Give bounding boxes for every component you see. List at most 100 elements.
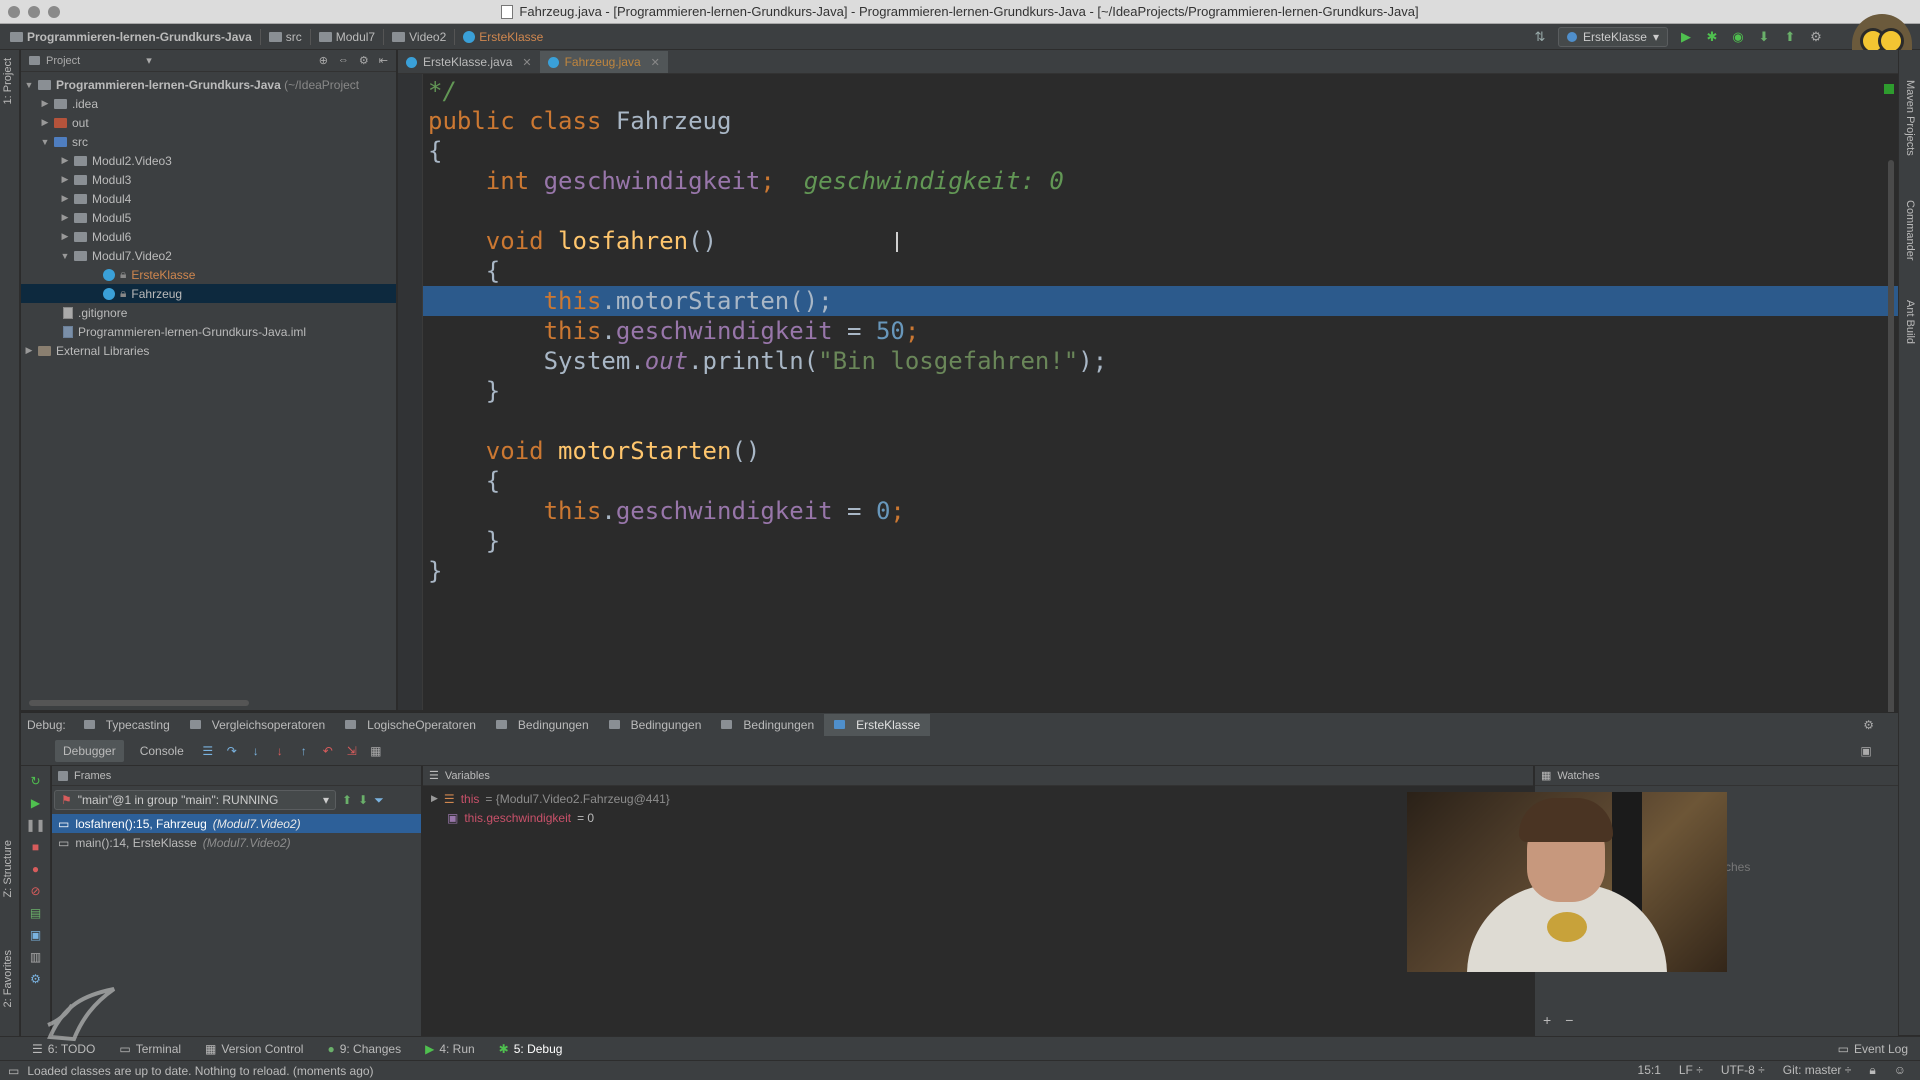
run-tab[interactable]: ▶ 4: Run [413,1042,487,1056]
project-tool-tab[interactable]: 1: Project [2,58,14,104]
close-tab-icon[interactable]: ✕ [522,56,531,69]
resume-icon[interactable]: ▶ [31,796,40,810]
expand-arrow-icon[interactable]: ▼ [59,251,71,261]
breadcrumb-project[interactable]: Programmieren-lernen-Grundkurs-Java [0,28,261,45]
tab-ersteklasse-java[interactable]: ErsteKlasse.java ✕ [398,51,540,73]
tree-item-root[interactable]: ▼ Programmieren-lernen-Grundkurs-Java (~… [21,75,396,94]
camera-icon[interactable]: ▣ [30,928,41,942]
tree-item-ersteklasse[interactable]: 🔒︎ ErsteKlasse [21,265,396,284]
thread-select[interactable]: ⚑ "main"@1 in group "main": RUNNING ▾ [54,790,336,810]
coverage-icon[interactable]: ◉ [1730,29,1746,45]
tree-item-out[interactable]: ▶ out [21,113,396,132]
mute-breakpoints-icon[interactable]: ⊘ [30,884,40,898]
tree-item-modul7-video2[interactable]: ▼ Modul7.Video2 [21,246,396,265]
stop-icon[interactable]: ■ [32,840,39,854]
gear-icon[interactable]: ⚙ [359,54,369,67]
step-over-icon[interactable]: ↷ [224,743,240,759]
run-icon[interactable]: ▶ [1678,29,1694,45]
maven-projects-tab[interactable]: Maven Projects [1904,80,1916,156]
status-toggle-icon[interactable]: ▭ [8,1064,19,1078]
expand-arrow-icon[interactable]: ▼ [23,80,35,90]
collapse-all-icon[interactable]: ⇔ [338,54,349,67]
window-controls[interactable] [8,6,60,18]
breadcrumb-class[interactable]: ErsteKlasse [455,29,551,45]
gear-icon[interactable]: ⚙ [1863,718,1898,732]
ant-build-tab[interactable]: Ant Build [1904,300,1916,344]
arrow-down-icon[interactable]: ⬇ [358,793,368,807]
variable-row[interactable]: ▶ ☰ this = {Modul7.Video2.Fahrzeug@441} [423,789,1533,808]
collapsed-arrow-icon[interactable]: ▶ [431,793,438,804]
tree-item-modul6[interactable]: ▶ Modul6 [21,227,396,246]
vcs-branch-icon[interactable]: ⇅ [1532,29,1548,45]
debug-tab[interactable]: ✱ 5: Debug [487,1042,575,1056]
close-tab-icon[interactable]: ✕ [651,56,660,69]
view-breakpoints-icon[interactable]: ● [32,862,39,876]
close-window-button[interactable] [8,6,20,18]
debug-icon[interactable]: ✱ [1704,29,1720,45]
caret-position[interactable]: 15:1 [1638,1063,1661,1078]
force-step-into-icon[interactable]: ↓ [272,743,288,759]
tree-item-modul4[interactable]: ▶ Modul4 [21,189,396,208]
tree-item-modul5[interactable]: ▶ Modul5 [21,208,396,227]
collapsed-arrow-icon[interactable]: ▶ [39,117,51,128]
tab-fahrzeug-java[interactable]: Fahrzeug.java ✕ [539,51,668,73]
add-watch-icon[interactable]: + [1543,1012,1551,1028]
file-encoding[interactable]: UTF-8 ÷ [1721,1063,1765,1078]
scroll-from-source-icon[interactable]: ⊕ [319,54,328,67]
collapsed-arrow-icon[interactable]: ▶ [59,231,71,242]
run-to-cursor-icon[interactable]: ⇲ [344,743,360,759]
version-control-tab[interactable]: ▦ Version Control [193,1042,315,1056]
evaluate-expression-icon[interactable]: ▦ [368,743,384,759]
horizontal-scrollbar[interactable] [29,700,249,706]
run-configuration-select[interactable]: ErsteKlasse ▾ [1557,27,1668,47]
filter-icon[interactable]: ⏷ [374,793,384,808]
layout-icon[interactable]: ▥ [30,950,41,964]
breadcrumb-video2[interactable]: Video2 [384,28,456,45]
console-subtab[interactable]: Console [132,740,192,762]
structure-tool-tab[interactable]: Z: Structure [2,840,14,897]
collapsed-arrow-icon[interactable]: ▶ [59,155,71,166]
restore-layout-icon[interactable]: ▣ [1858,743,1874,759]
tree-item-gitignore[interactable]: .gitignore [21,303,396,322]
favorites-tool-tab[interactable]: 2: Favorites [2,950,14,1007]
tree-item-external-libraries[interactable]: ▶ External Libraries [21,341,396,360]
editor-gutter[interactable] [398,74,423,710]
pause-icon[interactable]: ❚❚ [25,818,45,832]
tree-item-fahrzeug[interactable]: 🔒︎ Fahrzeug [21,284,396,303]
hide-panel-icon[interactable]: ⇤ [379,54,388,67]
todo-tab[interactable]: ☰ 6: TODO [0,1042,107,1056]
frame-row[interactable]: ▭ losfahren():15, Fahrzeug (Modul7.Video… [52,814,421,833]
git-branch[interactable]: Git: master ÷ [1783,1063,1852,1078]
show-execution-point-icon[interactable]: ☰ [200,743,216,759]
minimize-window-button[interactable] [28,6,40,18]
remove-watch-icon[interactable]: − [1565,1012,1573,1028]
collapsed-arrow-icon[interactable]: ▶ [59,212,71,223]
lock-icon[interactable]: 🔒︎ [1869,1063,1875,1078]
settings-icon[interactable]: ⚙ [30,972,41,986]
collapsed-arrow-icon[interactable]: ▶ [59,174,71,185]
rerun-icon[interactable]: ↻ [30,774,40,788]
vertical-scrollbar[interactable] [1888,160,1894,720]
step-out-icon[interactable]: ↑ [296,743,312,759]
settings-icon[interactable]: ⚙ [1808,29,1824,45]
get-thread-dump-icon[interactable]: ▤ [30,906,41,920]
status-message[interactable]: Loaded classes are up to date. Nothing t… [27,1064,373,1078]
step-into-icon[interactable]: ↓ [248,743,264,759]
inspector-icon[interactable]: ☺ [1894,1063,1906,1078]
collapsed-arrow-icon[interactable]: ▶ [23,345,35,356]
tree-item-iml[interactable]: Programmieren-lernen-Grundkurs-Java.iml [21,322,396,341]
zoom-window-button[interactable] [48,6,60,18]
variable-row[interactable]: ▣ this.geschwindigkeit = 0 [423,808,1533,827]
terminal-tab[interactable]: ▭ Terminal [107,1042,193,1056]
code-area[interactable]: */ public class Fahrzeug { int geschwind… [423,76,1898,586]
debug-tab-ersteklasse[interactable]: ErsteKlasse [824,713,931,736]
debug-tab-typecasting[interactable]: Typecasting [74,714,180,736]
debug-tab-bedingungen-2[interactable]: Bedingungen [599,714,712,736]
tree-item-src[interactable]: ▼ src [21,132,396,151]
collapsed-arrow-icon[interactable]: ▶ [59,193,71,204]
debug-tab-vergleichsoperatoren[interactable]: Vergleichsoperatoren [180,714,335,736]
breadcrumb-src[interactable]: src [261,28,311,45]
debug-tab-bedingungen-3[interactable]: Bedingungen [711,714,824,736]
event-log-tab[interactable]: ▭ Event Log [1838,1042,1920,1056]
tree-item-idea[interactable]: ▶ .idea [21,94,396,113]
